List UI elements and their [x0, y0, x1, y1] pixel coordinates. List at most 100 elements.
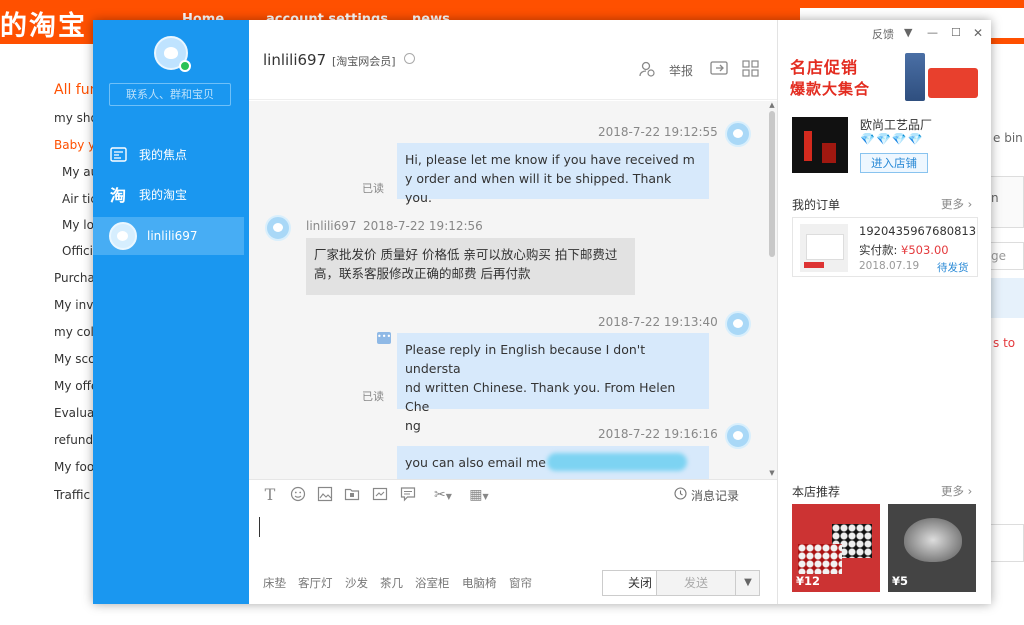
product-price: ¥12 [796, 574, 821, 588]
dropdown-icon[interactable]: ▼ [904, 26, 912, 39]
close-window-icon[interactable]: ✕ [973, 26, 983, 40]
sidebar-all-functions[interactable]: All fun [54, 82, 94, 98]
recommended-product[interactable]: ¥12 [792, 504, 880, 592]
apps-grid-icon[interactable] [741, 60, 761, 80]
quick-word-computer-chair[interactable]: 电脑椅 [462, 575, 497, 591]
comment-icon[interactable] [399, 486, 417, 504]
sidebar-my-collection[interactable]: my coll [54, 325, 94, 339]
quick-word-tea-table[interactable]: 茶几 [380, 575, 403, 591]
message-scrollbar[interactable]: ▲ ▼ [767, 101, 777, 479]
add-contact-icon[interactable] [637, 60, 657, 80]
order-card[interactable]: 1920435967680813 实付款: ¥503.00 2018.07.19… [792, 217, 978, 277]
screenshot-icon[interactable] [371, 486, 389, 504]
taobao-logo: 的淘宝 [0, 11, 87, 42]
member-badge: [淘宝网会员] [332, 55, 396, 68]
recommend-title: 本店推荐 [792, 485, 841, 499]
enter-shop-button[interactable]: 进入店铺 [860, 153, 928, 173]
maximize-icon[interactable]: ☐ [951, 26, 961, 39]
promo-subtitle: 爆款大集合 [790, 80, 871, 98]
quick-word-sofa[interactable]: 沙发 [345, 575, 368, 591]
promo-title: 名店促销 [790, 58, 859, 77]
scroll-down-icon[interactable]: ▼ [768, 469, 776, 477]
outgoing-message-bubble[interactable]: Please reply in English because I don't … [397, 333, 709, 433]
sidebar-evaluation[interactable]: Evaluat [54, 406, 94, 420]
product-image [904, 518, 962, 562]
transfer-icon[interactable] [709, 60, 729, 80]
calculator-icon[interactable]: ▦▼ [465, 486, 493, 504]
text-caret [259, 517, 260, 537]
paid-label: 实付款: [859, 243, 898, 257]
incoming-message-bubble[interactable]: 厂家批发价 质量好 价格低 亲可以放心购买 拍下邮费过 高，联系客服修改正确的邮… [306, 238, 635, 295]
quick-word-mattress[interactable]: 床垫 [263, 575, 286, 591]
message-timestamp: 2018-7-22 19:13:40 [598, 315, 718, 329]
focus-icon [109, 145, 127, 163]
emoji-icon[interactable] [289, 486, 307, 504]
message-list[interactable]: 2018-7-22 19:12:55 Hi, please let me kno… [249, 101, 767, 479]
outgoing-message-bubble[interactable]: Hi, please let me know if you have recei… [397, 143, 709, 205]
contact-name: linlili697 [263, 51, 327, 69]
quick-word-living-room-lamp[interactable]: 客厅灯 [298, 575, 333, 591]
scroll-thumb[interactable] [769, 111, 775, 257]
sidebar-my-auction[interactable]: My au [62, 165, 94, 179]
message-history-button[interactable]: 消息记录 [691, 487, 739, 504]
image-icon[interactable] [316, 486, 334, 504]
sidebar-my-lottery[interactable]: My lot [62, 218, 94, 232]
order-number: 1920435967680813 [859, 224, 977, 238]
sidebar-my-footprint[interactable]: My foot [54, 460, 94, 474]
message-input[interactable] [249, 509, 777, 567]
my-message-avatar [725, 311, 751, 337]
scissors-icon[interactable]: ✂▼ [429, 486, 457, 504]
order-product-image [800, 224, 848, 272]
sidebar-my-score[interactable]: My scor [54, 352, 94, 366]
message-menu-icon[interactable]: ••• [377, 332, 391, 344]
sidebar-refund[interactable]: refund [54, 433, 94, 447]
message-line: nd written Chinese. Thank you. From Hele… [405, 380, 676, 414]
read-status: 已读 [362, 182, 384, 195]
minimize-icon[interactable]: — [927, 26, 938, 39]
left-panel: 联系人、群和宝贝 我的焦点 淘 我的淘宝 linlili697 [93, 20, 249, 604]
shop-image[interactable] [792, 117, 848, 173]
sidebar-baby[interactable]: Baby yo [54, 138, 94, 152]
scroll-up-icon[interactable]: ▲ [768, 101, 776, 109]
sidebar-air-ticket[interactable]: Air tic [62, 192, 94, 206]
font-icon[interactable]: T [261, 486, 279, 504]
send-options-chevron-icon[interactable]: ▼ [735, 571, 760, 595]
message-timestamp: 2018-7-22 19:16:16 [598, 427, 718, 441]
redacted-email [547, 453, 687, 471]
input-toolbar: T ✂▼ ▦▼ 消息记录 [249, 479, 777, 509]
contact-avatar [109, 222, 137, 250]
feedback-link[interactable]: 反馈 [872, 26, 894, 42]
contact-search-input[interactable]: 联系人、群和宝贝 [109, 83, 231, 106]
bg-right-band [990, 278, 1024, 318]
sidebar-traffic[interactable]: Traffic [54, 488, 94, 502]
sidebar-my-shop[interactable]: my shop [54, 111, 94, 125]
promo-jeans-image [905, 53, 925, 101]
recommend-more-link[interactable]: 更多 › [941, 483, 972, 499]
nav-contact-linlili697[interactable]: linlili697 [93, 217, 244, 255]
read-status: 已读 [362, 390, 384, 403]
sidebar-my-offer[interactable]: My offe [54, 379, 94, 393]
product-image [798, 544, 842, 574]
bg-right-text-1: e bin [993, 131, 1023, 145]
sidebar-purchase[interactable]: Purchas [54, 271, 94, 285]
order-paid: 实付款: ¥503.00 [859, 242, 949, 258]
nav-my-taobao[interactable]: 淘 我的淘宝 [93, 174, 249, 214]
recommended-product[interactable]: ¥5 [888, 504, 976, 592]
order-status: 待发货 [937, 262, 969, 274]
report-button[interactable]: 举报 [669, 62, 693, 79]
sidebar-my-invoice[interactable]: My invo [54, 298, 94, 312]
chat-header: linlili697 [淘宝网会员] 举报 [249, 20, 777, 100]
send-button[interactable]: 发送 ▼ [656, 570, 760, 596]
nav-my-focus-label: 我的焦点 [139, 147, 188, 162]
message-timestamp: 2018-7-22 19:12:56 [363, 219, 483, 233]
quick-word-curtain[interactable]: 窗帘 [509, 575, 532, 591]
history-clock-icon [673, 487, 687, 501]
nav-my-focus[interactable]: 我的焦点 [93, 134, 249, 174]
orders-more-link[interactable]: 更多 › [941, 196, 972, 212]
sidebar-official[interactable]: Officia [62, 244, 94, 258]
message-line: y order and when will it be shipped. Tha… [405, 171, 672, 205]
shop-name[interactable]: 欧尚工艺品厂 [860, 116, 932, 133]
bg-right-input[interactable]: ge [990, 242, 1024, 270]
quick-word-bathroom-cabinet[interactable]: 浴室柜 [415, 575, 450, 591]
folder-icon[interactable] [343, 486, 361, 504]
